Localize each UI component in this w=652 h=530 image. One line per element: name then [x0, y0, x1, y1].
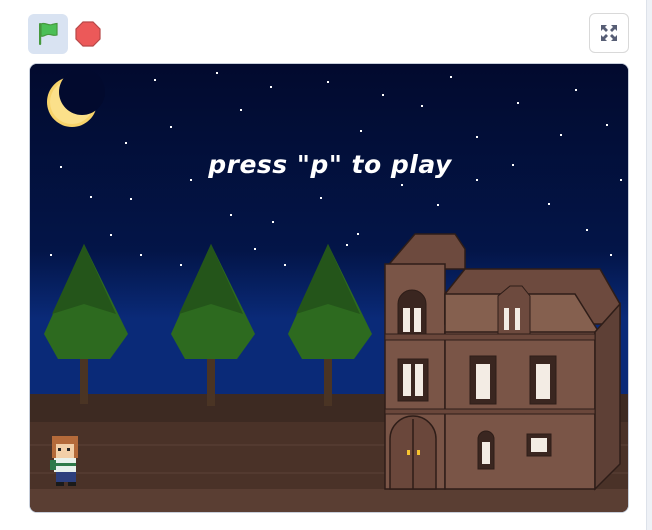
fullscreen-button[interactable]	[589, 13, 629, 53]
player-controls	[0, 0, 652, 62]
game-stage[interactable]: press "p" to play	[29, 63, 629, 513]
stop-button[interactable]	[72, 14, 104, 54]
stop-sign-icon	[75, 21, 101, 47]
haunted-house	[383, 233, 621, 491]
green-flag-button[interactable]	[28, 14, 68, 54]
side-panel-edge	[646, 0, 652, 530]
press-p-to-play-text: press "p" to play	[208, 150, 452, 179]
fullscreen-icon	[601, 25, 617, 41]
green-flag-icon	[39, 22, 58, 45]
stage-scene	[30, 64, 628, 512]
